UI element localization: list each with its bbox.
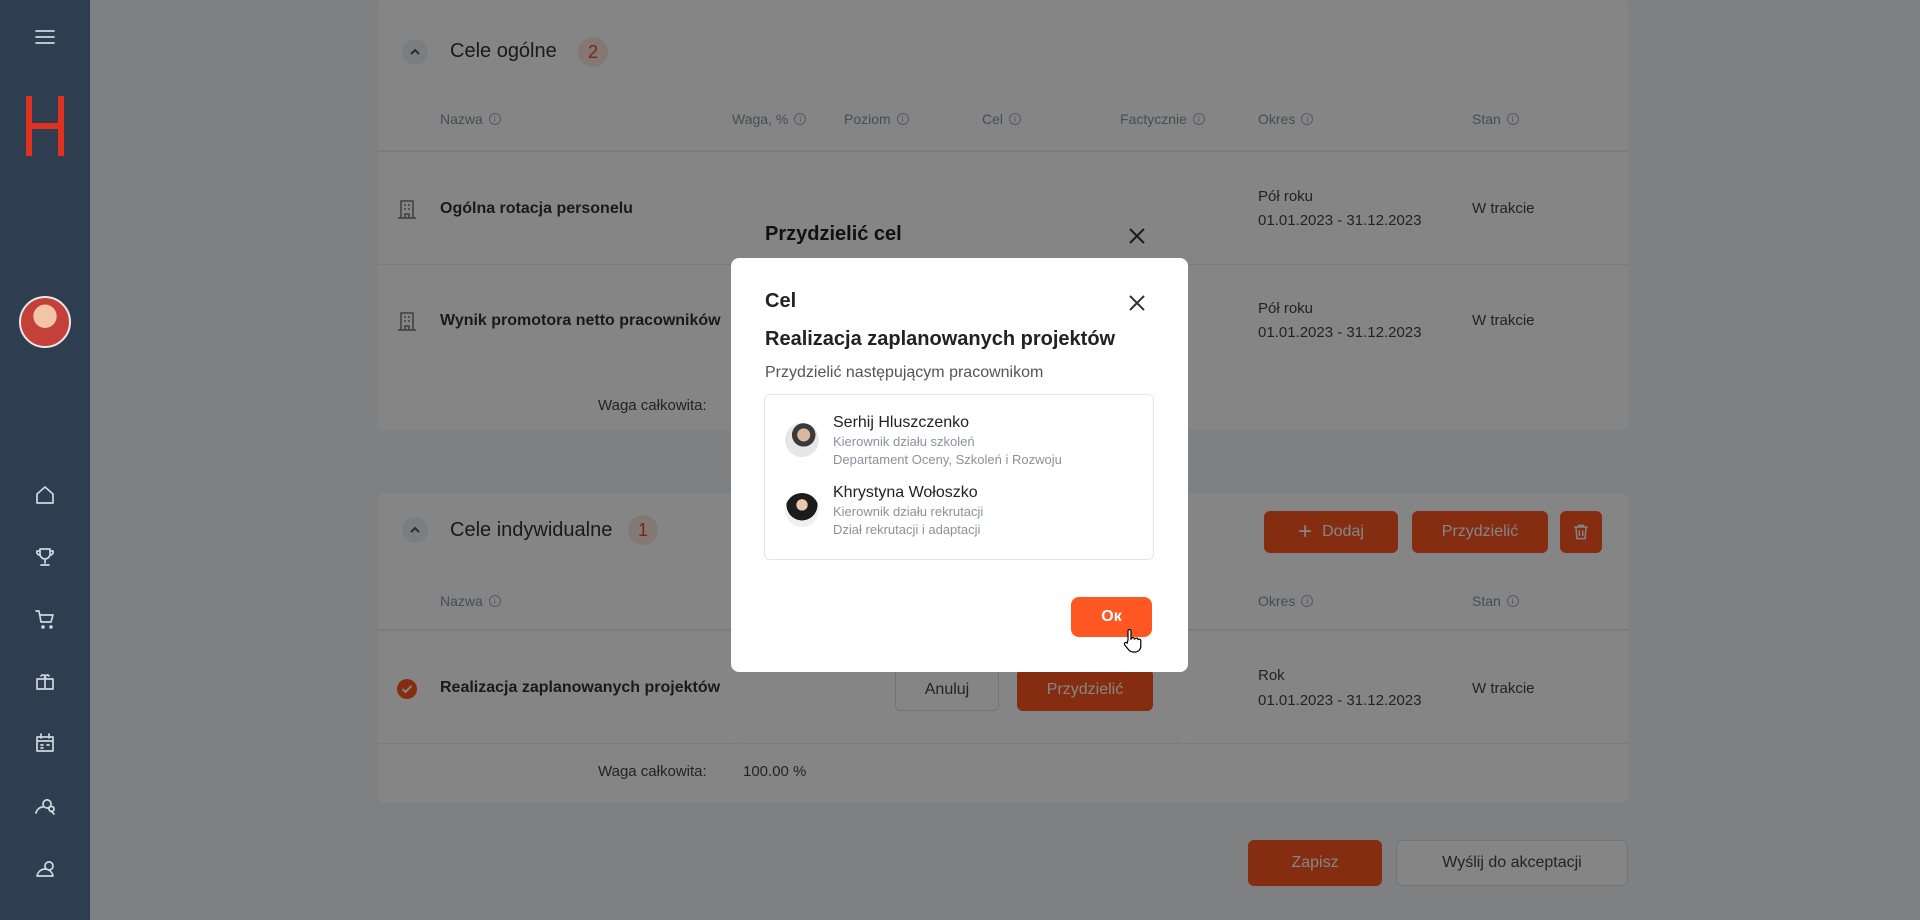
- employee-dept: Departament Oceny, Szkoleń i Rozwoju: [833, 452, 1062, 467]
- cart-icon[interactable]: [30, 604, 60, 634]
- trophy-icon[interactable]: [30, 542, 60, 572]
- hand-cursor-icon: [1122, 628, 1142, 654]
- employee-name: Khrystyna Wołoszko: [833, 484, 978, 501]
- employee-name: Serhij Hluszczenko: [833, 414, 970, 431]
- menu-icon[interactable]: [30, 22, 60, 52]
- user-avatar[interactable]: [19, 296, 71, 348]
- close-icon[interactable]: [1126, 292, 1148, 314]
- list-item: Serhij Hluszczenko Kierownik działu szko…: [785, 413, 1062, 469]
- logo[interactable]: [24, 94, 66, 158]
- user-search-icon[interactable]: [30, 790, 60, 820]
- calendar-icon[interactable]: [30, 728, 60, 758]
- profile-icon[interactable]: [30, 852, 60, 882]
- gift-icon[interactable]: [30, 666, 60, 696]
- employee-role: Kierownik działu rekrutacji: [833, 504, 984, 519]
- home-icon[interactable]: [30, 480, 60, 510]
- employee-dept: Dział rekrutacji i adaptacji: [833, 522, 981, 537]
- avatar: [785, 493, 819, 527]
- employee-list: Serhij Hluszczenko Kierownik działu szko…: [764, 394, 1154, 560]
- dialog-subtitle: Przydzielić następującym pracownikom: [765, 364, 1044, 381]
- avatar: [785, 423, 819, 457]
- sidebar: [0, 0, 90, 920]
- employee-role: Kierownik działu szkoleń: [833, 434, 975, 449]
- list-item: Khrystyna Wołoszko Kierownik działu rekr…: [785, 483, 983, 539]
- goal-title: Realizacja zaplanowanych projektów: [765, 328, 1116, 350]
- dialog-label: Cel: [765, 290, 797, 312]
- confirm-dialog: Cel Realizacja zaplanowanych projektów P…: [731, 258, 1188, 672]
